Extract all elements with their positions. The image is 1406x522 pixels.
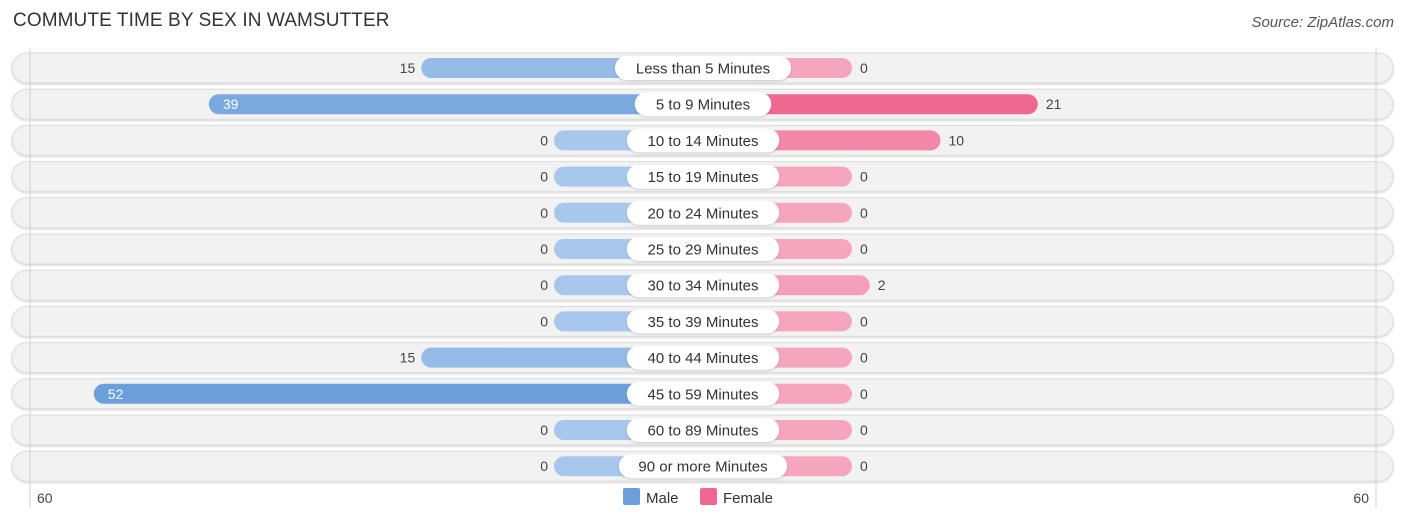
axis-label-left: 60 (37, 490, 53, 506)
value-label-male: 0 (540, 458, 548, 474)
bar-male (208, 94, 703, 115)
value-label-female: 0 (860, 458, 868, 474)
value-label-female: 0 (860, 60, 868, 76)
category-label: 30 to 34 Minutes (648, 278, 759, 295)
legend-label-male: Male (646, 490, 679, 507)
axis-label-right: 60 (1353, 490, 1369, 506)
value-label-female: 0 (860, 205, 868, 221)
category-label: Less than 5 Minutes (636, 61, 770, 78)
legend-swatch-female (700, 488, 717, 505)
category-label: 20 to 24 Minutes (648, 205, 759, 222)
value-label-female: 10 (949, 132, 965, 148)
category-label: 40 to 44 Minutes (648, 350, 759, 367)
value-label-female: 2 (878, 277, 886, 293)
value-label-male: 0 (540, 422, 548, 438)
value-label-male: 0 (540, 277, 548, 293)
category-label: 45 to 59 Minutes (648, 386, 759, 403)
value-label-female: 0 (860, 313, 868, 329)
category-label: 60 to 89 Minutes (648, 423, 759, 440)
category-label: 5 to 9 Minutes (656, 97, 750, 114)
category-label: 10 to 14 Minutes (648, 133, 759, 150)
legend-label-female: Female (723, 490, 773, 507)
value-label-male: 0 (540, 132, 548, 148)
value-label-female: 0 (860, 350, 868, 366)
value-label-male: 0 (540, 241, 548, 257)
legend-swatch-male (623, 488, 640, 505)
value-label-female: 0 (860, 241, 868, 257)
value-label-male: 0 (540, 313, 548, 329)
value-label-male: 0 (540, 205, 548, 221)
value-label-female: 0 (860, 169, 868, 185)
value-label-male: 15 (400, 350, 416, 366)
category-label: 35 to 39 Minutes (648, 314, 759, 331)
value-label-male: 0 (540, 169, 548, 185)
legend: Male Female (623, 488, 773, 507)
chart-canvas: 15 0 Less than 5 Minutes 39 21 5 to 9 Minutes… (11, 48, 1394, 508)
value-label-male: 52 (108, 386, 124, 402)
value-label-male: 15 (400, 60, 416, 76)
value-label-female: 0 (860, 386, 868, 402)
category-label: 15 to 19 Minutes (648, 169, 759, 186)
bar-male (93, 383, 704, 404)
value-label-female: 0 (860, 422, 868, 438)
category-label: 25 to 29 Minutes (648, 242, 759, 259)
value-label-male: 39 (223, 96, 239, 112)
value-label-female: 21 (1046, 96, 1062, 112)
category-label: 90 or more Minutes (638, 459, 767, 476)
